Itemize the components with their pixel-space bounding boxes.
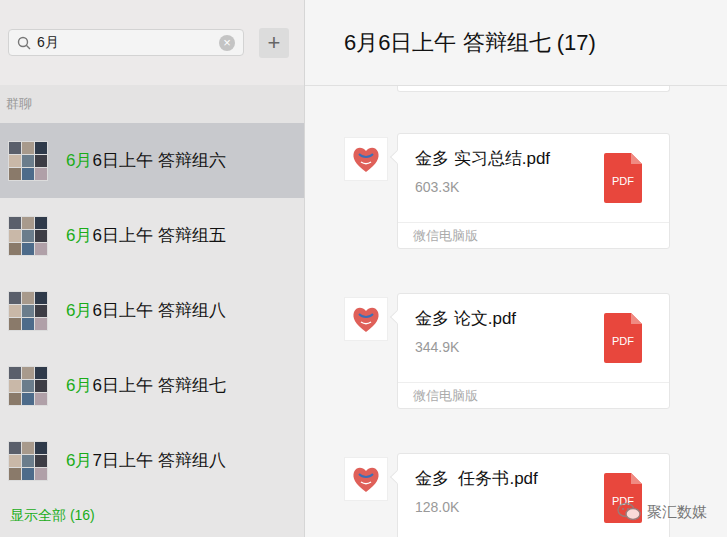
file-bubble[interactable]: 金多 任务书.pdf128.0KPDF	[397, 453, 670, 537]
file-footer: 微信电脑版	[398, 222, 669, 248]
group-avatar	[8, 216, 48, 256]
file-message: 金多 任务书.pdf128.0KPDF	[344, 453, 727, 537]
chat-item[interactable]: 6月6日上午 答辩组七	[0, 348, 304, 423]
sidebar: 6月 × + 群聊 6月6日上午 答辩组六 6月6日上午 答辩组五 6月6日上午 答辩组八 6…	[0, 0, 305, 537]
group-avatar	[8, 291, 48, 331]
chat-item-title: 6月6日上午 答辩组六	[66, 148, 226, 174]
message-list: 金多 实习总结.pdf603.3KPDF微信电脑版金多 论文.pdf344.9K…	[305, 86, 727, 537]
wechat-window: 6月 × + 群聊 6月6日上午 答辩组六 6月6日上午 答辩组五 6月6日上午 答辩组八 6…	[0, 0, 727, 537]
file-name: 金多 实习总结.pdf	[415, 147, 550, 171]
chat-item-title: 6月6日上午 答辩组八	[66, 298, 226, 324]
group-avatar	[8, 366, 48, 406]
search-query: 6月	[37, 32, 213, 53]
chat-header: 6月6日上午 答辩组七 (17)	[305, 0, 727, 86]
wechat-logo-icon	[617, 502, 641, 522]
pdf-icon: PDF	[604, 313, 642, 363]
search-bar: 6月 × +	[0, 0, 304, 85]
sender-avatar[interactable]	[344, 457, 388, 501]
add-button[interactable]: +	[259, 28, 289, 58]
file-size: 344.9K	[415, 337, 516, 357]
file-bubble[interactable]: 金多 论文.pdf 344.9K PDF 微信电脑版	[397, 293, 670, 409]
heart-avatar-icon	[349, 142, 383, 176]
file-message: 金多 实习总结.pdf 603.3K PDF 微信电脑版	[344, 133, 727, 249]
chat-title: 6月6日上午 答辩组七 (17)	[344, 26, 596, 59]
clear-button[interactable]: ×	[219, 35, 235, 51]
search-field[interactable]: 6月 ×	[8, 29, 244, 56]
file-bubble[interactable]: 金多 实习总结.pdf 603.3K PDF 微信电脑版	[397, 133, 670, 249]
file-size: 603.3K	[415, 177, 550, 197]
chat-item[interactable]: 6月6日上午 答辩组八	[0, 273, 304, 348]
pdf-icon: PDF	[604, 153, 642, 203]
chat-item-title: 6月6日上午 答辩组七	[66, 373, 226, 399]
show-all-link[interactable]: 显示全部 (16)	[0, 498, 304, 526]
file-footer: 微信电脑版	[398, 382, 669, 408]
chat-panel: 6月6日上午 答辩组七 (17) 金多 实习总结.pdf 603.3K PDF 微信电脑…	[305, 0, 727, 537]
watermark: 聚汇数媒	[617, 501, 707, 524]
section-header: 群聊	[0, 85, 304, 123]
search-icon	[17, 36, 31, 50]
sender-avatar[interactable]	[344, 297, 388, 341]
chat-item[interactable]: 6月6日上午 答辩组五	[0, 198, 304, 273]
file-size: 128.0K	[415, 497, 538, 517]
heart-avatar-icon	[349, 462, 383, 496]
group-avatar	[8, 141, 48, 181]
sender-avatar[interactable]	[344, 137, 388, 181]
file-name: 金多 任务书.pdf	[415, 467, 538, 491]
chat-item[interactable]: 6月6日上午 答辩组六	[0, 123, 304, 198]
chat-item-title: 6月7日上午 答辩组八	[66, 448, 226, 474]
previous-bubble	[397, 86, 670, 92]
file-name: 金多 论文.pdf	[415, 307, 516, 331]
group-avatar	[8, 441, 48, 481]
chat-item[interactable]: 6月7日上午 答辩组八	[0, 423, 304, 498]
heart-avatar-icon	[349, 302, 383, 336]
chat-item-title: 6月6日上午 答辩组五	[66, 223, 226, 249]
file-message: 金多 论文.pdf 344.9K PDF 微信电脑版	[344, 293, 727, 409]
